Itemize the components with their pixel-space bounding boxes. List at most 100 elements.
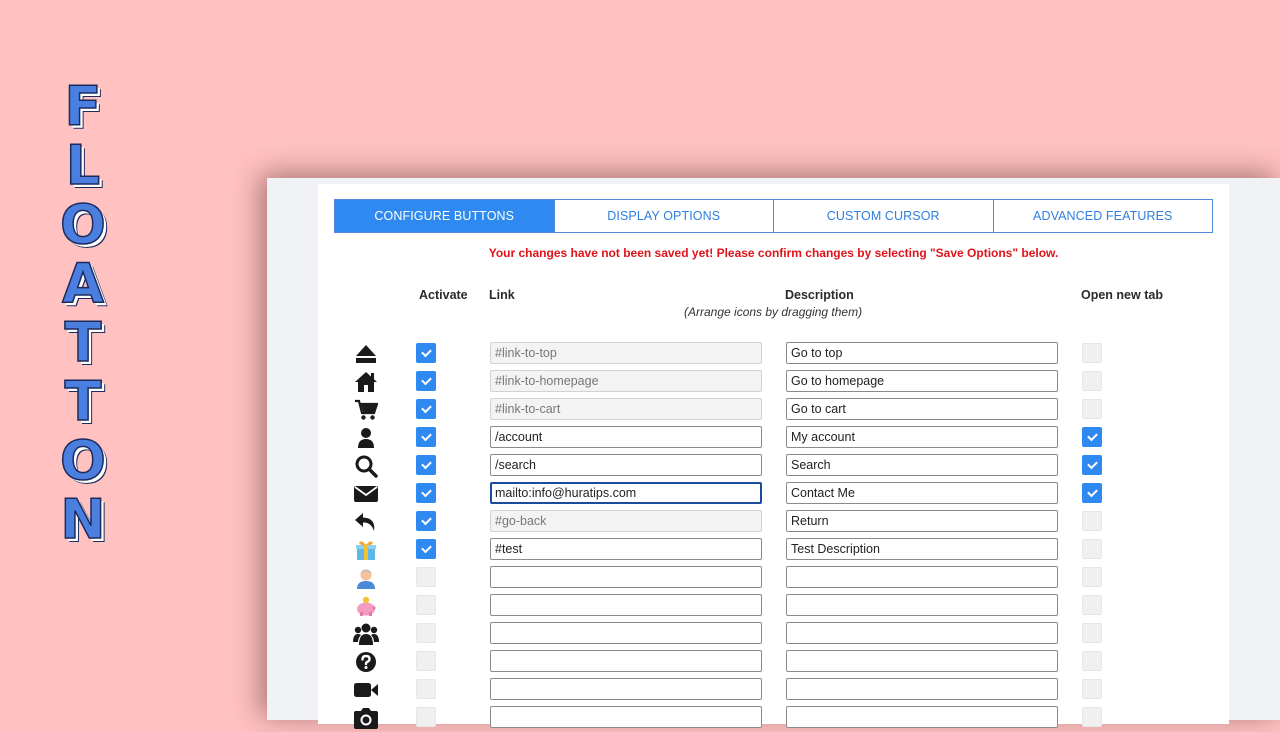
description-input[interactable] — [786, 622, 1058, 644]
link-input[interactable] — [490, 342, 762, 364]
gift-icon[interactable] — [352, 536, 380, 564]
brand-letter: O — [59, 193, 106, 256]
header-open-new-tab: Open new tab — [1081, 288, 1163, 302]
table-row — [318, 396, 1229, 424]
open-new-tab-checkbox[interactable] — [1082, 539, 1102, 559]
description-input[interactable] — [786, 538, 1058, 560]
table-row — [318, 620, 1229, 648]
open-new-tab-checkbox[interactable] — [1082, 511, 1102, 531]
activate-checkbox[interactable] — [416, 483, 436, 503]
table-row — [318, 676, 1229, 704]
open-new-tab-checkbox[interactable] — [1082, 567, 1102, 587]
eject-icon[interactable] — [352, 340, 380, 368]
open-new-tab-checkbox[interactable] — [1082, 455, 1102, 475]
open-new-tab-checkbox[interactable] — [1082, 623, 1102, 643]
link-input[interactable] — [490, 706, 762, 728]
description-input[interactable] — [786, 706, 1058, 728]
reply-icon[interactable] — [352, 508, 380, 536]
link-input[interactable] — [490, 594, 762, 616]
settings-card: CONFIGURE BUTTONS DISPLAY OPTIONS CUSTOM… — [318, 184, 1229, 729]
link-input[interactable] — [490, 454, 762, 476]
home-icon[interactable] — [352, 368, 380, 396]
description-input[interactable] — [786, 650, 1058, 672]
description-input[interactable] — [786, 342, 1058, 364]
link-input[interactable] — [490, 538, 762, 560]
activate-checkbox[interactable] — [416, 427, 436, 447]
description-input[interactable] — [786, 566, 1058, 588]
tab-custom-cursor[interactable]: CUSTOM CURSOR — [773, 200, 993, 232]
table-row — [318, 340, 1229, 368]
tab-configure-buttons[interactable]: CONFIGURE BUTTONS — [335, 200, 554, 232]
activate-checkbox[interactable] — [416, 455, 436, 475]
activate-checkbox[interactable] — [416, 651, 436, 671]
open-new-tab-checkbox[interactable] — [1082, 651, 1102, 671]
activate-checkbox[interactable] — [416, 679, 436, 699]
brand-logo: F L O A T T O N — [58, 75, 108, 551]
table-row — [318, 424, 1229, 452]
link-input[interactable] — [490, 426, 762, 448]
open-new-tab-checkbox[interactable] — [1082, 707, 1102, 727]
video-camera-icon[interactable] — [352, 676, 380, 704]
piggy-bank-icon[interactable] — [352, 592, 380, 620]
description-input[interactable] — [786, 678, 1058, 700]
tab-display-options[interactable]: DISPLAY OPTIONS — [553, 200, 774, 232]
open-new-tab-checkbox[interactable] — [1082, 399, 1102, 419]
activate-checkbox[interactable] — [416, 399, 436, 419]
brand-letter: T — [64, 370, 102, 433]
brand-letter: O — [59, 429, 106, 492]
description-input[interactable] — [786, 454, 1058, 476]
cart-icon[interactable] — [352, 396, 380, 424]
link-input[interactable] — [490, 566, 762, 588]
activate-checkbox[interactable] — [416, 539, 436, 559]
link-input[interactable] — [490, 650, 762, 672]
unsaved-warning: Your changes have not been saved yet! Pl… — [488, 246, 1059, 260]
open-new-tab-checkbox[interactable] — [1082, 679, 1102, 699]
link-input[interactable] — [490, 398, 762, 420]
description-input[interactable] — [786, 426, 1058, 448]
table-row — [318, 564, 1229, 592]
description-input[interactable] — [786, 482, 1058, 504]
open-new-tab-checkbox[interactable] — [1082, 595, 1102, 615]
camera-icon[interactable] — [352, 704, 380, 732]
activate-checkbox[interactable] — [416, 511, 436, 531]
description-input[interactable] — [786, 370, 1058, 392]
settings-panel: CONFIGURE BUTTONS DISPLAY OPTIONS CUSTOM… — [267, 178, 1280, 729]
open-new-tab-checkbox[interactable] — [1082, 371, 1102, 391]
activate-checkbox[interactable] — [416, 707, 436, 727]
link-input[interactable] — [490, 370, 762, 392]
link-input[interactable] — [490, 482, 762, 504]
brand-letter: F — [64, 75, 102, 138]
table-row — [318, 704, 1229, 732]
table-row — [318, 536, 1229, 564]
activate-checkbox[interactable] — [416, 595, 436, 615]
link-input[interactable] — [490, 678, 762, 700]
envelope-icon[interactable] — [352, 480, 380, 508]
open-new-tab-checkbox[interactable] — [1082, 483, 1102, 503]
description-input[interactable] — [786, 398, 1058, 420]
user-icon[interactable] — [352, 424, 380, 452]
activate-checkbox[interactable] — [416, 343, 436, 363]
description-input[interactable] — [786, 594, 1058, 616]
person-avatar-icon[interactable] — [352, 564, 380, 592]
tab-advanced-features[interactable]: ADVANCED FEATURES — [992, 200, 1213, 232]
description-input[interactable] — [786, 510, 1058, 532]
activate-checkbox[interactable] — [416, 623, 436, 643]
table-row — [318, 452, 1229, 480]
brand-letter: N — [60, 488, 107, 551]
link-input[interactable] — [490, 510, 762, 532]
question-icon[interactable] — [352, 648, 380, 676]
users-icon[interactable] — [352, 620, 380, 648]
link-input[interactable] — [490, 622, 762, 644]
table-row — [318, 368, 1229, 396]
search-icon[interactable] — [352, 452, 380, 480]
open-new-tab-checkbox[interactable] — [1082, 427, 1102, 447]
activate-checkbox[interactable] — [416, 567, 436, 587]
header-link: Link — [489, 288, 515, 302]
activate-checkbox[interactable] — [416, 371, 436, 391]
brand-letter: L — [65, 134, 101, 197]
table-row — [318, 508, 1229, 536]
header-activate: Activate — [419, 288, 468, 302]
table-row — [318, 592, 1229, 620]
open-new-tab-checkbox[interactable] — [1082, 343, 1102, 363]
table-row — [318, 480, 1229, 508]
